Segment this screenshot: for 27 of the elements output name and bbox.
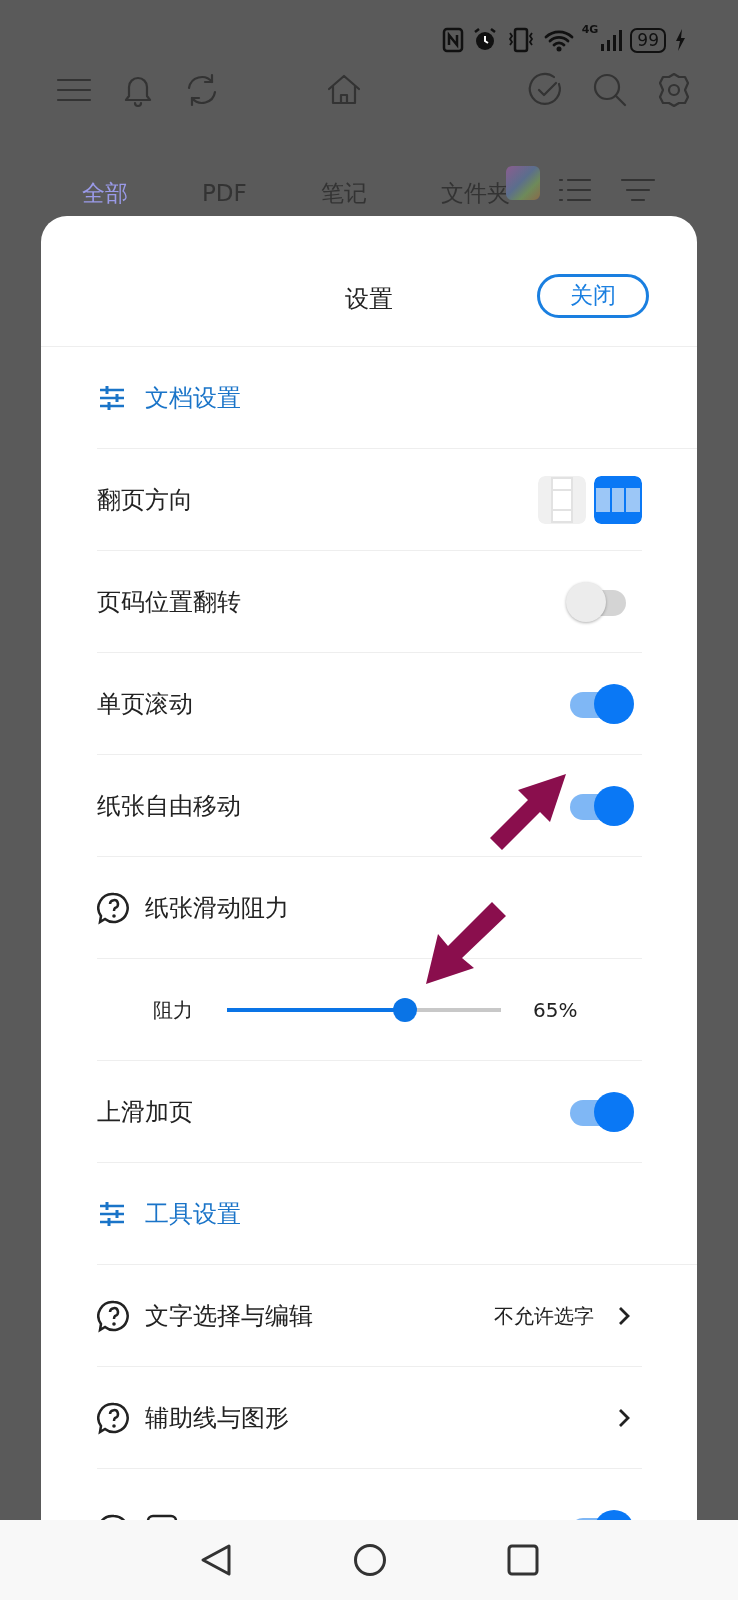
recents-icon[interactable] <box>507 1544 539 1576</box>
slider-thumb[interactable] <box>393 997 418 1022</box>
wifi-icon <box>543 28 574 52</box>
battery-indicator: 99 <box>630 27 666 53</box>
setting-label: 纸张自由移动 <box>97 790 241 822</box>
slider-label: 阻力 <box>153 996 194 1024</box>
charging-icon <box>674 28 686 52</box>
section-title: 文档设置 <box>145 382 241 414</box>
horizontal-page-icon[interactable] <box>594 475 642 524</box>
setting-label: 单页滚动 <box>97 688 193 720</box>
slider-value: 65% <box>533 996 578 1024</box>
setting-label: 纸张滑动阻力 <box>145 892 289 924</box>
home-circle-icon[interactable] <box>353 1543 387 1577</box>
setting-label: 文字选择与编辑 <box>145 1300 313 1332</box>
nfc-icon <box>441 27 464 53</box>
dialog-title: 设置 <box>345 284 393 315</box>
close-button[interactable]: 关闭 <box>537 274 649 318</box>
setting-label: 辅助线与图形 <box>145 1402 289 1434</box>
tab[interactable]: 全部 <box>82 175 128 210</box>
setting-label: 翻页方向 <box>97 484 193 516</box>
network-label: 4G <box>581 22 599 38</box>
signal-icon <box>600 28 623 52</box>
setting-value: 不允许选字 <box>494 1302 594 1330</box>
back-icon[interactable] <box>199 1543 233 1577</box>
setting-label: 上滑加页 <box>97 1096 193 1128</box>
setting-label: 页码位置翻转 <box>97 586 241 618</box>
section-title: 工具设置 <box>145 1198 241 1230</box>
